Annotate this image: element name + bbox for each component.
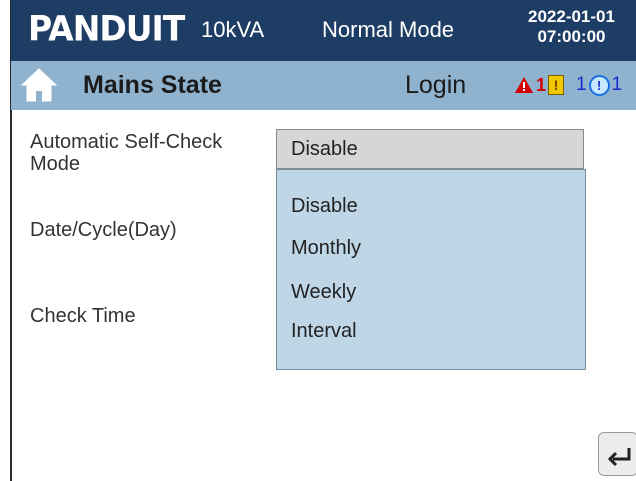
back-arrow-icon [607, 448, 631, 467]
check-time-label: Check Time [30, 305, 136, 327]
self-check-mode-dropdown: Disable Monthly Weekly Interval [276, 169, 586, 370]
alarm-count: 1 [536, 74, 547, 95]
home-icon[interactable] [20, 66, 58, 104]
operating-mode: Normal Mode [322, 17, 455, 42]
option-disable[interactable]: Disable [291, 195, 358, 218]
date-cycle-label: Date/Cycle(Day) [30, 219, 177, 241]
time-text: 07:00:00 [537, 27, 606, 46]
alarm-triangle-icon [515, 77, 533, 93]
date-text: 2022-01-01 [528, 7, 615, 26]
info-count: 1 [611, 74, 623, 95]
selected-value: Disable [291, 138, 358, 160]
capacity-rating: 10kVA [201, 17, 265, 42]
warning-count: 1 [576, 74, 587, 95]
option-weekly[interactable]: Weekly [291, 281, 356, 304]
date-time-display: 2022-01-01 07:00:00 [528, 7, 615, 47]
option-monthly[interactable]: Monthly [291, 237, 361, 260]
brand-logo: PANDUIT [28, 8, 185, 49]
back-button[interactable] [598, 432, 636, 476]
alarm-summary[interactable]: 1 ! 1 ! 1 [514, 73, 622, 97]
login-button[interactable]: Login [405, 71, 466, 100]
option-interval[interactable]: Interval [291, 320, 357, 343]
warning-icon: ! [548, 75, 565, 95]
info-icon: ! [588, 74, 610, 96]
top-status-bar: PANDUIT 10kVA Normal Mode 2022-01-01 07:… [11, 0, 636, 62]
self-check-mode-select[interactable]: Disable [276, 129, 584, 169]
self-check-mode-label: Automatic Self-Check Mode [30, 131, 223, 175]
navigation-bar: Mains State Login 1 ! 1 ! 1 [11, 61, 636, 110]
page-title: Mains State [83, 71, 222, 99]
